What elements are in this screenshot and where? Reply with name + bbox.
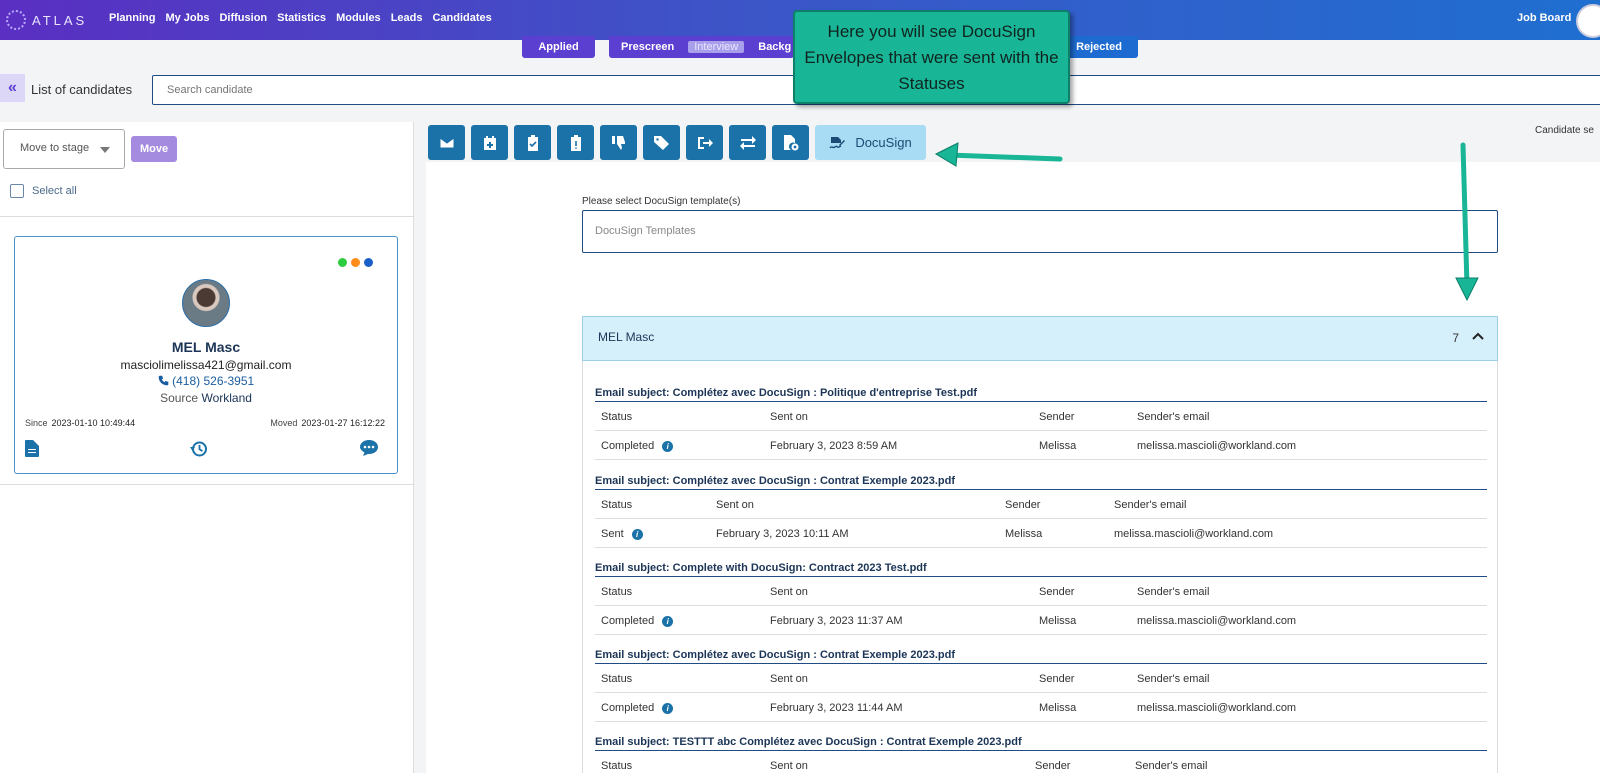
arrow-to-docusign-button — [934, 142, 1063, 167]
annotation-arrows — [934, 142, 1479, 302]
arrow-to-envelopes — [1455, 142, 1479, 302]
